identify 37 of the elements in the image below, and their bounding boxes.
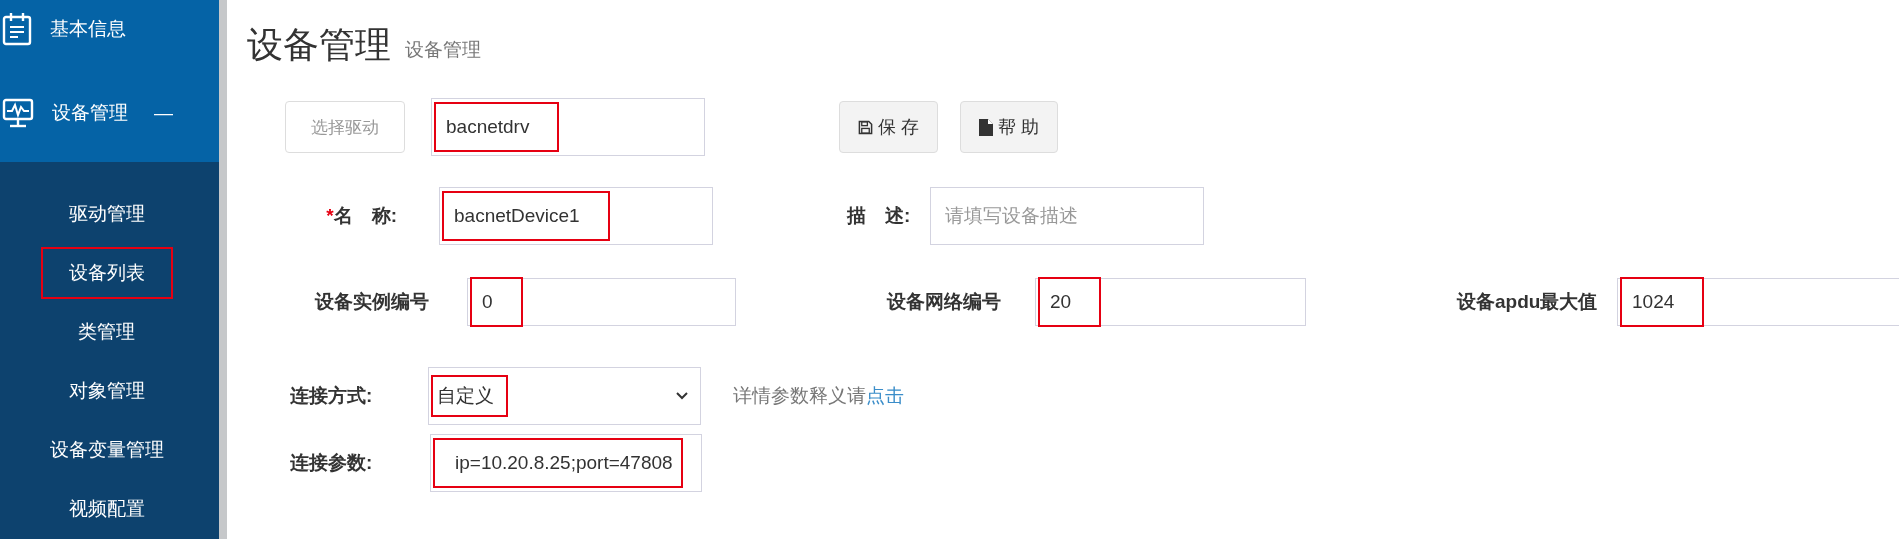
sidebar-item[interactable]: 驱动管理 <box>0 184 219 243</box>
name-label: *名 称: <box>325 204 398 228</box>
menu-group-label: 设备管理 <box>52 101 128 125</box>
description-label: 描 述: <box>847 204 911 228</box>
monitor-icon <box>2 97 34 129</box>
number-field[interactable]: 20 <box>1035 278 1306 326</box>
name-field[interactable]: bacnetDevice1 <box>439 187 713 245</box>
driver-field[interactable]: bacnetdrv <box>431 98 705 156</box>
number-field[interactable]: 0 <box>467 278 736 326</box>
menu-group[interactable]: 设备管理 — <box>0 84 219 142</box>
save-button[interactable]: 保 存 <box>839 101 938 153</box>
help-button[interactable]: 帮 助 <box>960 101 1059 153</box>
clipboard-icon <box>2 12 32 46</box>
sidebar-item[interactable]: 设备列表 <box>0 243 219 302</box>
number-field[interactable]: 1024 <box>1617 278 1899 326</box>
sidebar-item[interactable]: 视频配置 <box>0 479 219 538</box>
help-text: 详情参数释义请点击 <box>733 384 904 408</box>
collapse-toggle[interactable]: — <box>154 102 173 124</box>
field-label: 设备网络编号 <box>887 290 1002 314</box>
connection-params-field[interactable]: ip=10.20.8.25;port=47808 <box>430 434 702 492</box>
scrollbar[interactable] <box>219 0 227 539</box>
connection-mode-select[interactable]: 自定义 <box>428 367 701 425</box>
page-title: 设备管理 <box>247 22 391 67</box>
field-label: 设备实例编号 <box>315 290 430 314</box>
chevron-down-icon <box>676 392 688 400</box>
menu-group[interactable]: 基本信息 <box>0 0 219 58</box>
page-subtitle: 设备管理 <box>405 38 481 62</box>
highlight-frame: 设备列表 <box>42 248 171 297</box>
sidebar-item[interactable]: 类管理 <box>0 302 219 361</box>
document-icon <box>979 118 993 136</box>
sidebar-item[interactable]: 设备变量管理 <box>0 420 219 479</box>
field-label: 设备apdu最大值 <box>1457 290 1599 314</box>
connection-params-label: 连接参数: <box>290 451 374 475</box>
connection-mode-label: 连接方式: <box>290 384 374 408</box>
help-link[interactable]: 点击 <box>866 385 904 406</box>
menu-group-label: 基本信息 <box>50 17 126 41</box>
sidebar-item[interactable]: 对象管理 <box>0 361 219 420</box>
